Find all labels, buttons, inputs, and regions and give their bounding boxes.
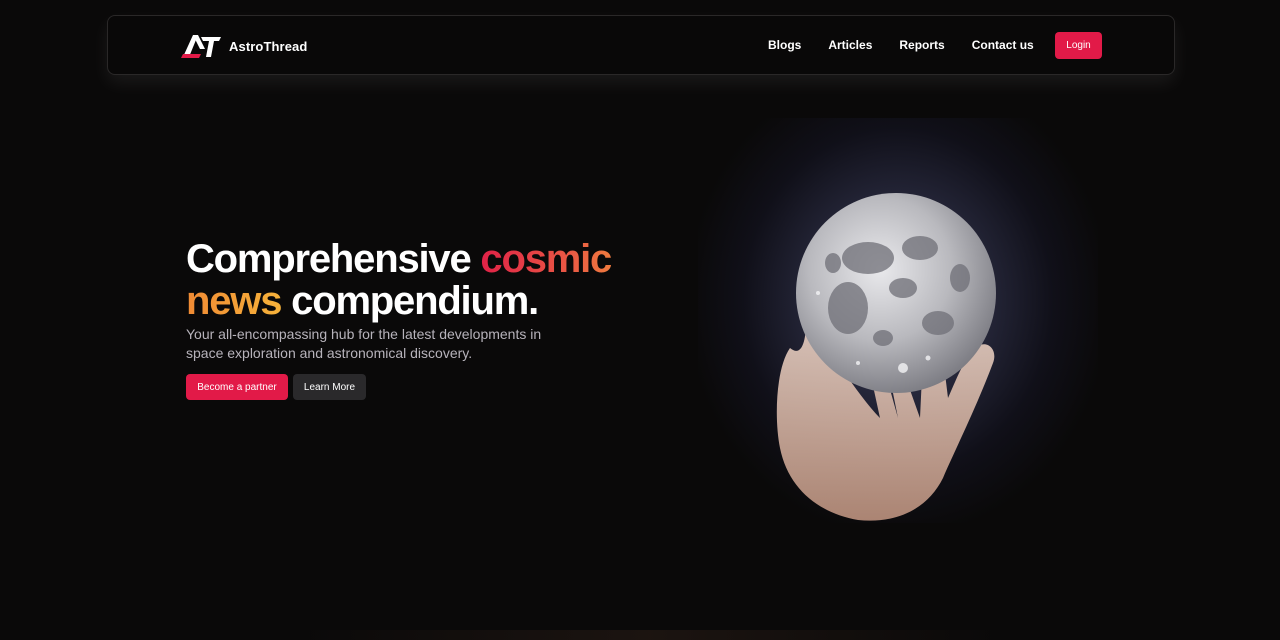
nav-link-blogs[interactable]: Blogs <box>768 38 801 52</box>
hero-subtitle: Your all-encompassing hub for the latest… <box>186 326 542 361</box>
brand-name: AstroThread <box>229 38 308 54</box>
learn-more-button[interactable]: Learn More <box>293 374 366 400</box>
nav-link-reports[interactable]: Reports <box>899 38 944 52</box>
hero-title-highlight-cosmic: cosmic <box>480 237 612 281</box>
hero-title-part2: compendium. <box>281 279 539 323</box>
nav-links: Blogs Articles Reports Contact us <box>768 38 1061 52</box>
nav-link-articles[interactable]: Articles <box>828 38 872 52</box>
nav-link-contact[interactable]: Contact us <box>972 38 1034 52</box>
hero-title-part1: Comprehensive <box>186 237 481 281</box>
brand[interactable]: AstroThread <box>181 33 307 59</box>
login-button[interactable]: Login <box>1055 32 1102 59</box>
hero-title: Comprehensive cosmic news compendium. <box>186 237 612 323</box>
bottom-glow <box>300 630 1000 640</box>
hero-title-highlight-news: news <box>186 279 282 323</box>
astrothread-logo-icon <box>181 35 221 58</box>
navbar: AstroThread Blogs Articles Reports Conta… <box>107 15 1175 75</box>
moon-in-hand-illustration <box>698 118 1098 523</box>
become-partner-button[interactable]: Become a partner <box>186 374 288 400</box>
